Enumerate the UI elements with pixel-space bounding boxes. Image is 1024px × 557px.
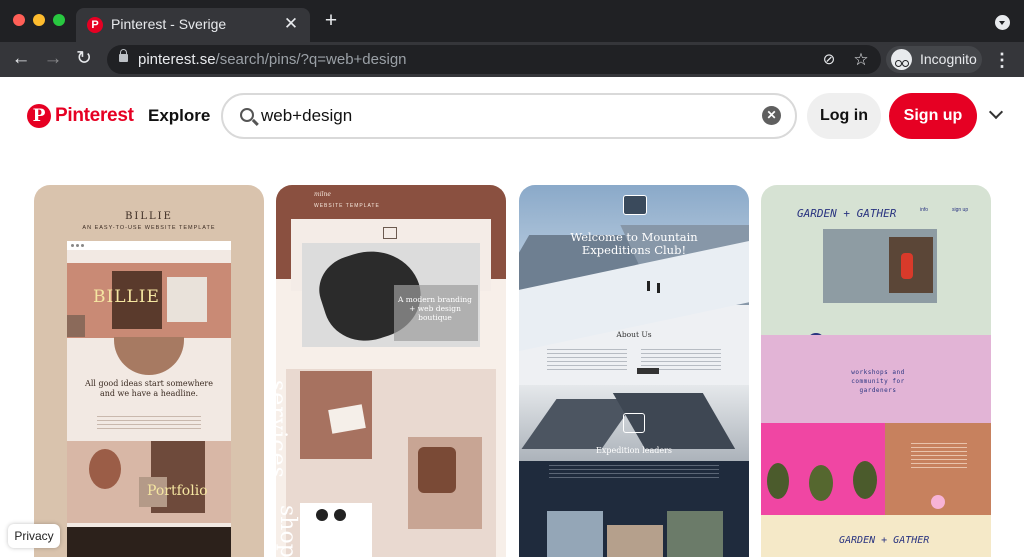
pin-title: BILLIE (125, 211, 173, 222)
browser-tab[interactable]: P Pinterest - Sverige ✕ (76, 8, 310, 42)
browser-menu-icon[interactable]: ⋮ (992, 50, 1012, 70)
search-input[interactable] (261, 105, 741, 127)
privacy-button[interactable]: Privacy (8, 524, 60, 548)
portfolio-word: Portfolio (147, 483, 208, 499)
forward-arrow-icon[interactable]: → (40, 46, 66, 72)
leaders-heading: Expedition leaders (595, 446, 673, 455)
signup-button[interactable]: Sign up (889, 93, 977, 139)
pin-bottom-logo: GARDEN + GATHER (839, 535, 930, 546)
pin-subtitle: AN EASY-TO-USE WEBSITE TEMPLATE (82, 225, 216, 231)
pin-card-mountain[interactable]: Welcome to Mountain Expeditions Club! Ab… (519, 185, 749, 557)
pin-brand: milne (314, 191, 331, 198)
pinterest-favicon-icon: P (87, 17, 103, 33)
close-window-button[interactable] (13, 14, 25, 26)
pin-card-garden[interactable]: GARDEN + GATHER info sign up workshops a… (761, 185, 991, 557)
pin-card-billie[interactable]: BILLIE AN EASY-TO-USE WEBSITE TEMPLATE B… (34, 185, 264, 557)
hero-word: BILLIE (93, 287, 160, 307)
pin-nav-signup: sign up (952, 207, 969, 213)
website-mockup: BILLIE All good ideas start somewhere an… (67, 241, 231, 557)
logo-text: Pinterest (55, 105, 134, 126)
about-heading: About Us (616, 330, 652, 339)
pin-card-milne[interactable]: milne WEBSITE TEMPLATE A modern branding… (276, 185, 506, 557)
url-text[interactable]: pinterest.se/search/pins/?q=web+design (138, 51, 407, 68)
services-word: services (276, 380, 290, 479)
shop-word: shop (276, 505, 300, 557)
address-bar[interactable]: pinterest.se/search/pins/?q=web+design ⊘… (107, 45, 881, 74)
eye-off-icon[interactable]: ⊘ (819, 50, 839, 70)
chevron-down-icon[interactable] (987, 105, 1005, 123)
url-path: /search/pins/?q=web+design (215, 51, 407, 68)
pin-headline: A modern branding + web design boutique (398, 295, 472, 322)
explore-link[interactable]: Explore (148, 106, 210, 126)
url-host: pinterest.se (138, 51, 216, 68)
tab-search-icon[interactable] (995, 15, 1010, 30)
browser-toolbar: ← → ↻ pinterest.se/search/pins/?q=web+de… (0, 42, 1024, 77)
incognito-profile-button[interactable]: Incognito (886, 46, 982, 73)
reload-icon[interactable]: ↻ (71, 46, 97, 72)
bookmark-star-icon[interactable]: ☆ (851, 50, 871, 70)
lock-icon (119, 49, 128, 62)
browser-tab-bar: P Pinterest - Sverige ✕ + (0, 0, 1024, 42)
pin-title: Welcome to Mountain Expeditions Club! (570, 230, 698, 257)
maximize-window-button[interactable] (53, 14, 65, 26)
pin-workshops-text: workshops and community for gardeners (851, 369, 905, 394)
pin-logo: GARDEN + GATHER (797, 207, 897, 220)
pin-body-text: All good ideas start somewhere and we ha… (85, 379, 213, 398)
new-tab-icon[interactable]: + (320, 10, 342, 33)
incognito-icon (891, 49, 912, 70)
close-tab-icon[interactable]: ✕ (281, 14, 301, 34)
minimize-window-button[interactable] (33, 14, 45, 26)
clear-search-icon[interactable]: ✕ (762, 106, 781, 125)
pinterest-logo-icon: P (27, 104, 51, 128)
back-arrow-icon[interactable]: ← (8, 46, 34, 72)
tab-title: Pinterest - Sverige (111, 16, 227, 32)
pin-template-label: WEBSITE TEMPLATE (314, 203, 380, 209)
pin-nav-info: info (920, 207, 929, 213)
login-button[interactable]: Log in (807, 93, 881, 139)
search-bar[interactable]: ✕ (221, 93, 797, 139)
search-icon (240, 108, 254, 122)
pinterest-page: P Pinterest Explore ✕ Log in Sign up BIL… (0, 77, 1024, 557)
incognito-label: Incognito (920, 51, 977, 67)
